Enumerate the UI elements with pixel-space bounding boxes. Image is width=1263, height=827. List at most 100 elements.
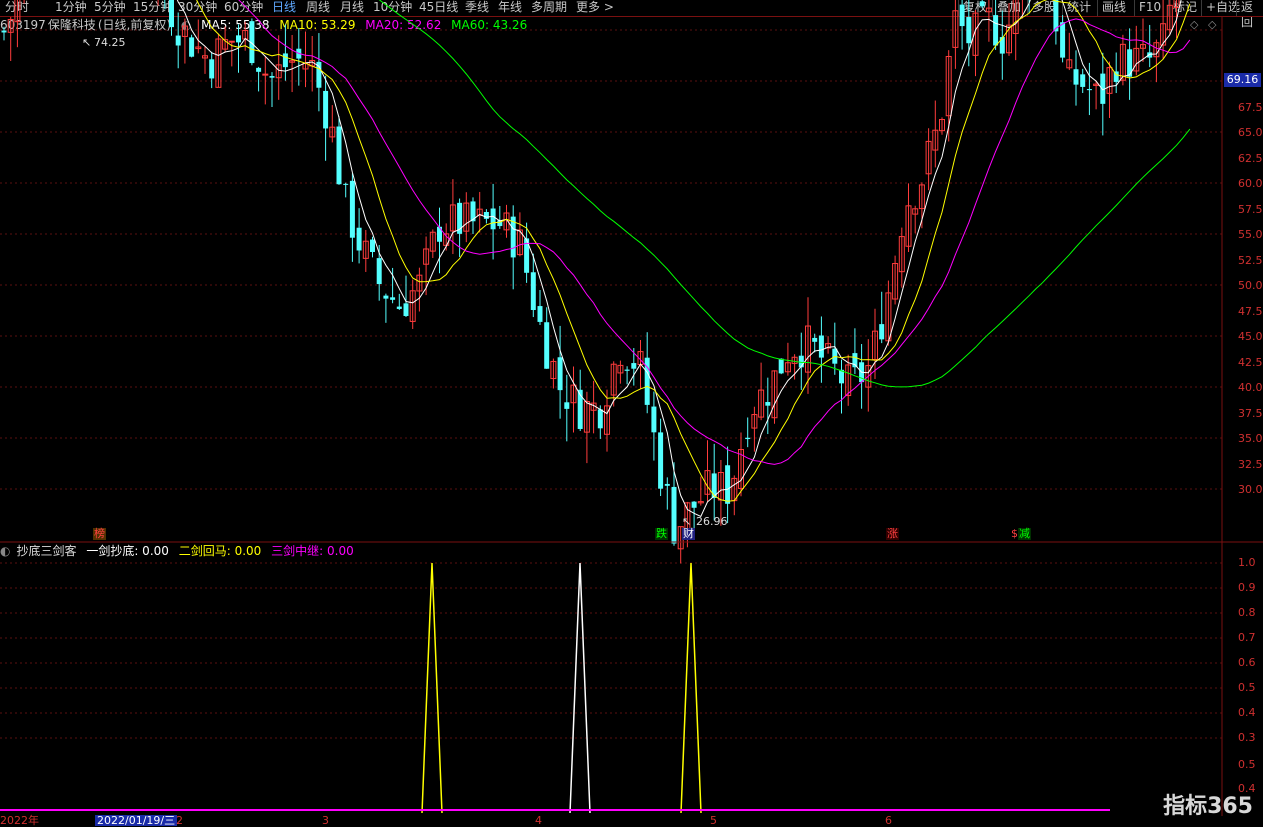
month-tick: 5 <box>710 814 717 827</box>
candle-body <box>403 303 409 317</box>
candle-body <box>1 30 7 33</box>
price-tick: 57.5 <box>1238 203 1263 216</box>
candle-body <box>671 486 677 544</box>
candle-body <box>631 363 637 369</box>
month-tick: 2 <box>176 814 183 827</box>
rank-marker[interactable]: 榜 <box>93 528 106 540</box>
candle-body <box>1080 74 1086 87</box>
candle-body <box>544 322 550 369</box>
candle-body <box>169 0 174 28</box>
price-tick: 55.0 <box>1238 228 1263 241</box>
candle-body <box>778 358 784 374</box>
price-tick: 40.0 <box>1238 381 1263 394</box>
indicator-name[interactable]: 抄底三剑客 <box>16 544 76 558</box>
high-arrow-icon: ↖ <box>82 36 92 49</box>
price-tick: 30.0 <box>1238 483 1263 496</box>
candle-body <box>189 37 195 57</box>
candle-body <box>323 90 329 129</box>
watermark-logo: 指标365 <box>1163 794 1253 819</box>
indicator-series-3: 三剑中继: 0.00 <box>271 544 354 558</box>
candle-body <box>812 337 818 342</box>
candle-body <box>175 35 181 46</box>
candle-body <box>1060 22 1066 58</box>
price-tick: 50.0 <box>1238 279 1263 292</box>
candle-body <box>396 306 402 309</box>
candle-body <box>818 335 824 358</box>
indicator-tick: 0.4 <box>1238 706 1256 719</box>
price-tick: 35.0 <box>1238 432 1263 445</box>
indicator-settings-icon[interactable]: ◐ <box>0 544 10 558</box>
candle-body <box>490 208 496 230</box>
candle-body <box>597 409 603 429</box>
candle-body <box>390 297 396 300</box>
reduce-marker[interactable]: 减 <box>1018 528 1031 540</box>
price-tick: 37.5 <box>1238 407 1263 420</box>
candle-body <box>765 402 771 406</box>
ma60-line <box>378 0 1191 388</box>
finance-marker[interactable]: 财 <box>682 528 695 540</box>
candle-body <box>1073 69 1079 85</box>
candle-body <box>745 437 751 440</box>
candle-body <box>651 406 657 433</box>
candle-body <box>993 15 999 46</box>
price-tick: 62.5 <box>1238 152 1263 165</box>
indicator-tick: 0.8 <box>1238 606 1256 619</box>
low-label: 26.96 <box>696 515 728 528</box>
price-tick: 67.5 <box>1238 101 1263 114</box>
current-price-tag: 69.16 <box>1224 73 1261 87</box>
indicator-tick: 0.3 <box>1238 731 1256 744</box>
indicator-tick: 1.0 <box>1238 556 1256 569</box>
candle-body <box>664 483 670 486</box>
candle-body <box>262 73 269 76</box>
candle-body <box>256 67 262 72</box>
candle-body <box>966 16 972 44</box>
high-label: 74.25 <box>94 36 126 49</box>
candle-body <box>269 76 275 78</box>
candle-body <box>228 40 235 43</box>
price-tick: 45.0 <box>1238 330 1263 343</box>
price-tick: 65.0 <box>1238 126 1263 139</box>
candle-body <box>209 59 215 79</box>
rise-marker[interactable]: 涨 <box>886 528 899 540</box>
fall-marker[interactable]: 跌 <box>655 528 668 540</box>
candle-body <box>483 211 489 219</box>
kline-chart[interactable] <box>0 0 1263 826</box>
candle-body <box>1086 89 1092 91</box>
candle-body <box>691 501 697 508</box>
candle-body <box>564 402 570 409</box>
month-tick: 6 <box>885 814 892 827</box>
price-tick: 60.0 <box>1238 177 1263 190</box>
indicator-tick: 0.9 <box>1238 581 1256 594</box>
candle-body <box>282 53 288 68</box>
candle-body <box>530 272 536 311</box>
candle-body <box>336 126 342 185</box>
indicator-tick: 0.5 <box>1238 681 1256 694</box>
candles <box>1 0 1180 564</box>
candle-body <box>349 180 355 238</box>
candle-body <box>725 465 731 504</box>
candle-body <box>624 369 630 371</box>
candle-body <box>376 258 382 285</box>
candle-body <box>557 357 563 391</box>
candle-body <box>343 183 349 185</box>
indicator-tick: 0.5 <box>1238 758 1256 771</box>
month-tick: 4 <box>535 814 542 827</box>
candle-body <box>959 4 965 27</box>
indicator-series-2: 二剑回马: 0.00 <box>178 544 262 558</box>
indicator-series-1: 一剑抄底: 0.00 <box>86 544 169 558</box>
candle-body <box>370 239 375 253</box>
candle-body <box>236 35 241 43</box>
date-year-label: 2022年 <box>0 814 39 827</box>
price-tick: 52.5 <box>1238 254 1263 267</box>
price-tick: 42.5 <box>1238 356 1263 369</box>
candle-body <box>537 306 543 322</box>
candle-body <box>383 295 389 299</box>
price-tick: 47.5 <box>1238 305 1263 318</box>
month-tick: 3 <box>322 814 329 827</box>
price-tick: 32.5 <box>1238 458 1263 471</box>
candle-body <box>979 1 985 7</box>
candle-body <box>879 324 885 340</box>
selected-date: 2022/01/19/三 <box>95 814 178 827</box>
indicator-tick: 0.7 <box>1238 631 1256 644</box>
candle-body <box>658 432 664 489</box>
